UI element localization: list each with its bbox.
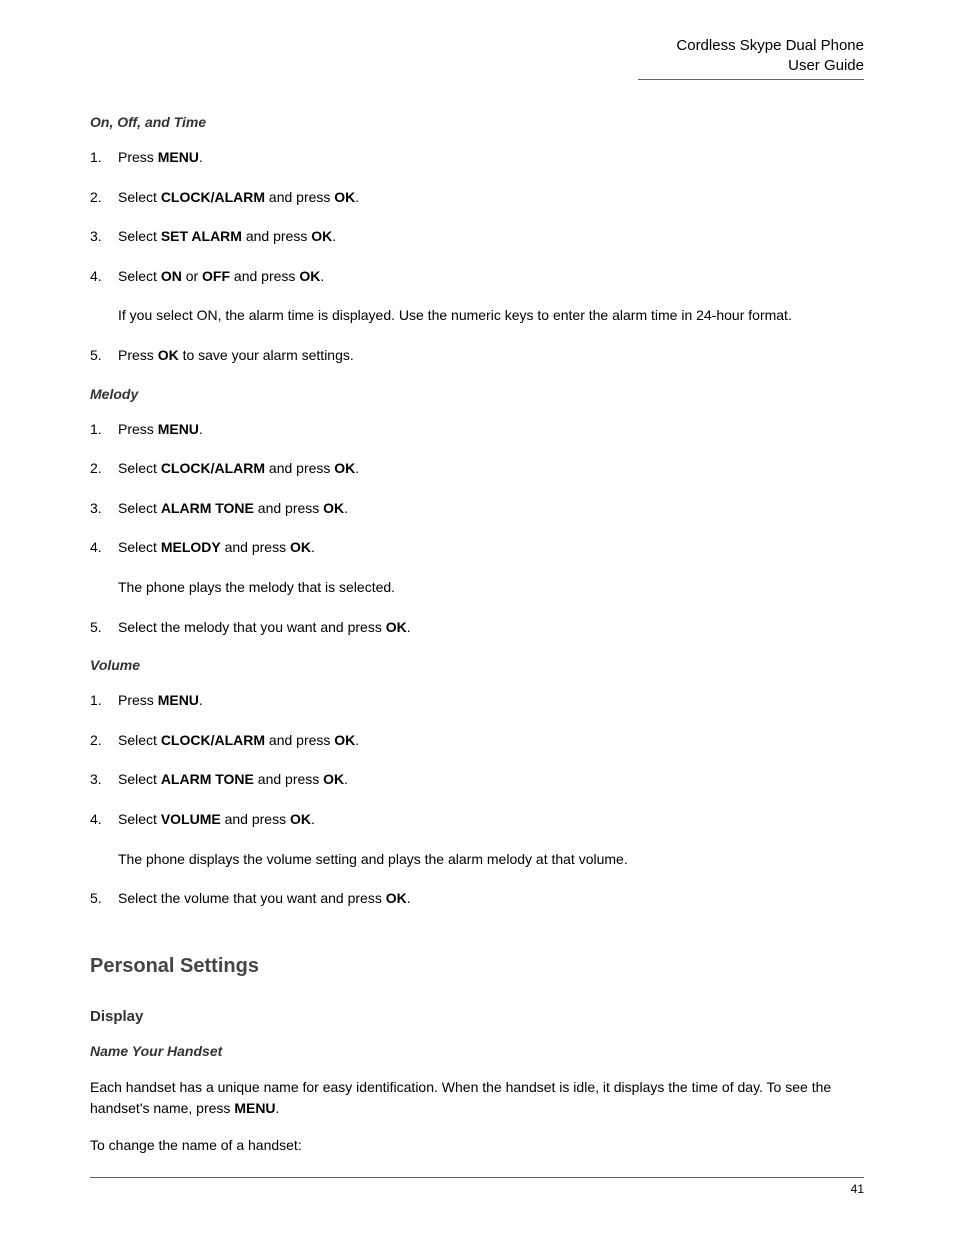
step: 3.Select SET ALARM and press OK. bbox=[90, 227, 864, 247]
note: The phone plays the melody that is selec… bbox=[118, 578, 864, 598]
footer-rule bbox=[90, 1177, 864, 1178]
step: 3.Select ALARM TONE and press OK. bbox=[90, 499, 864, 519]
subheading-melody: Melody bbox=[90, 386, 864, 402]
steps-melody-cont: 5.Select the melody that you want and pr… bbox=[90, 618, 864, 638]
page-header: Cordless Skype Dual Phone User Guide bbox=[638, 36, 864, 80]
step: 3.Select ALARM TONE and press OK. bbox=[90, 770, 864, 790]
subheading-volume: Volume bbox=[90, 657, 864, 673]
heading-personal-settings: Personal Settings bbox=[90, 955, 864, 978]
paragraph: To change the name of a handset: bbox=[90, 1135, 864, 1156]
step: 2.Select CLOCK/ALARM and press OK. bbox=[90, 731, 864, 751]
steps-volume-cont: 5.Select the volume that you want and pr… bbox=[90, 889, 864, 909]
step: 1.Press MENU. bbox=[90, 148, 864, 168]
step: 5.Select the melody that you want and pr… bbox=[90, 618, 864, 638]
step: 1.Press MENU. bbox=[90, 691, 864, 711]
steps-melody: 1.Press MENU. 2.Select CLOCK/ALARM and p… bbox=[90, 420, 864, 558]
step: 5.Select the volume that you want and pr… bbox=[90, 889, 864, 909]
steps-volume: 1.Press MENU. 2.Select CLOCK/ALARM and p… bbox=[90, 691, 864, 829]
heading-display: Display bbox=[90, 1008, 864, 1025]
step: 5.Press OK to save your alarm settings. bbox=[90, 346, 864, 366]
steps-on-off-time-cont: 5.Press OK to save your alarm settings. bbox=[90, 346, 864, 366]
page-number: 41 bbox=[851, 1182, 864, 1196]
subheading-name-handset: Name Your Handset bbox=[90, 1043, 864, 1059]
header-line1: Cordless Skype Dual Phone bbox=[638, 36, 864, 56]
step: 2.Select CLOCK/ALARM and press OK. bbox=[90, 459, 864, 479]
subheading-on-off-time: On, Off, and Time bbox=[90, 114, 864, 130]
paragraph: Each handset has a unique name for easy … bbox=[90, 1077, 864, 1119]
header-line2: User Guide bbox=[638, 56, 864, 76]
note: The phone displays the volume setting an… bbox=[118, 850, 864, 870]
step: 1.Press MENU. bbox=[90, 420, 864, 440]
step: 4.Select VOLUME and press OK. bbox=[90, 810, 864, 830]
step: 4.Select MELODY and press OK. bbox=[90, 538, 864, 558]
steps-on-off-time: 1.Press MENU. 2.Select CLOCK/ALARM and p… bbox=[90, 148, 864, 286]
note: If you select ON, the alarm time is disp… bbox=[118, 306, 864, 326]
page: Cordless Skype Dual Phone User Guide On,… bbox=[0, 0, 954, 1240]
step: 2.Select CLOCK/ALARM and press OK. bbox=[90, 188, 864, 208]
step: 4.Select ON or OFF and press OK. bbox=[90, 267, 864, 287]
